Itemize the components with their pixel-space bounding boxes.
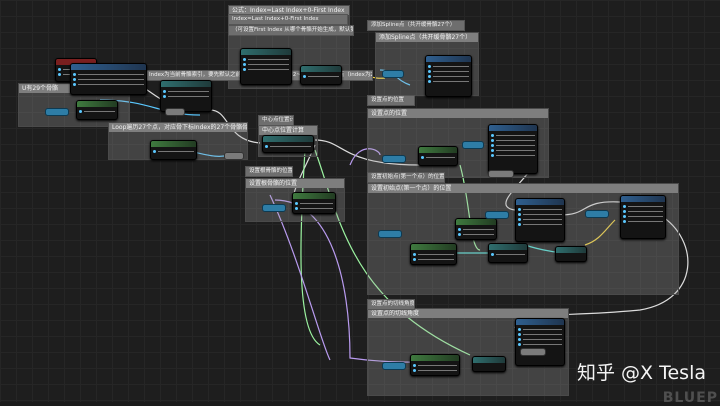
get-scale-node[interactable] <box>410 354 460 376</box>
blueprint-watermark: BLUEP <box>662 390 718 406</box>
make-vector-node[interactable] <box>262 135 314 153</box>
variable-pill[interactable] <box>485 211 509 219</box>
reroute-pill[interactable] <box>520 348 546 356</box>
get-bone-node[interactable] <box>76 100 118 120</box>
comment-title: Loop遍历27个点，对应骨下标Index的27个骨骼骨 <box>109 123 247 132</box>
reroute-pill[interactable] <box>224 152 244 160</box>
variable-pill[interactable] <box>585 210 609 218</box>
comment-title: 中心点位置计算 <box>259 126 317 135</box>
set-scale-node[interactable] <box>515 318 565 366</box>
variable-pill[interactable] <box>262 204 286 212</box>
add-spline-point-node[interactable] <box>425 55 472 97</box>
comment-title: 设置初始点(第一个点）的位置 <box>368 184 678 193</box>
set-root-node[interactable] <box>292 192 336 214</box>
set-rot-label: 设置初始点(第一个点）的位置 <box>367 172 445 183</box>
variable-pill[interactable] <box>462 141 484 149</box>
set-tangent-node[interactable] <box>515 198 565 242</box>
set-pos-label: 设置点的位置 <box>367 95 415 106</box>
get-rotation-node[interactable] <box>455 218 497 240</box>
for-loop-node[interactable] <box>70 63 147 95</box>
break-vector-node[interactable] <box>472 356 506 372</box>
formula-label: Index=Last Index+0-First Index <box>228 14 348 25</box>
index-calc-node[interactable] <box>240 48 292 85</box>
normalize-node[interactable] <box>555 246 587 262</box>
variable-pill[interactable] <box>378 230 402 238</box>
get-location-node[interactable] <box>418 146 458 166</box>
get-forward-node[interactable] <box>410 243 457 265</box>
variable-pill[interactable] <box>382 362 406 370</box>
mid-label: 中心点位置计算 <box>258 115 294 126</box>
multiply-node[interactable] <box>488 243 528 263</box>
set-location-node[interactable] <box>488 124 538 174</box>
root-label: 设置根骨骼的位置 <box>245 166 293 177</box>
set-up-vector-node[interactable] <box>620 195 666 239</box>
variable-pill[interactable] <box>45 108 69 116</box>
watermark-text: 知乎 @X Tesla <box>577 362 706 384</box>
spawn-title-label: 添加Spline点（共开缓骨骼27个） <box>367 20 465 31</box>
comment-title: 设置根骨骼的位置 <box>246 179 344 188</box>
first-index-label: （可设置First Index 从哪个骨骼开始生成，默认第0） <box>228 25 354 36</box>
comment-title: 设置点的位置 <box>368 109 548 118</box>
node-header <box>556 247 586 253</box>
get-socket-node[interactable] <box>150 140 197 160</box>
set-scale-label: 设置点的切线角度 <box>367 299 415 310</box>
variable-pill[interactable] <box>382 70 404 78</box>
comment-title: 设置点的切线角度 <box>368 309 568 318</box>
variable-pill[interactable] <box>382 155 406 163</box>
reroute-pill[interactable] <box>165 108 185 116</box>
reroute-pill[interactable] <box>488 170 514 178</box>
node-header <box>473 357 505 363</box>
subtract-node[interactable] <box>300 65 342 85</box>
comment-title: 添加Spline点（共开缓骨骼27个） <box>376 33 478 42</box>
